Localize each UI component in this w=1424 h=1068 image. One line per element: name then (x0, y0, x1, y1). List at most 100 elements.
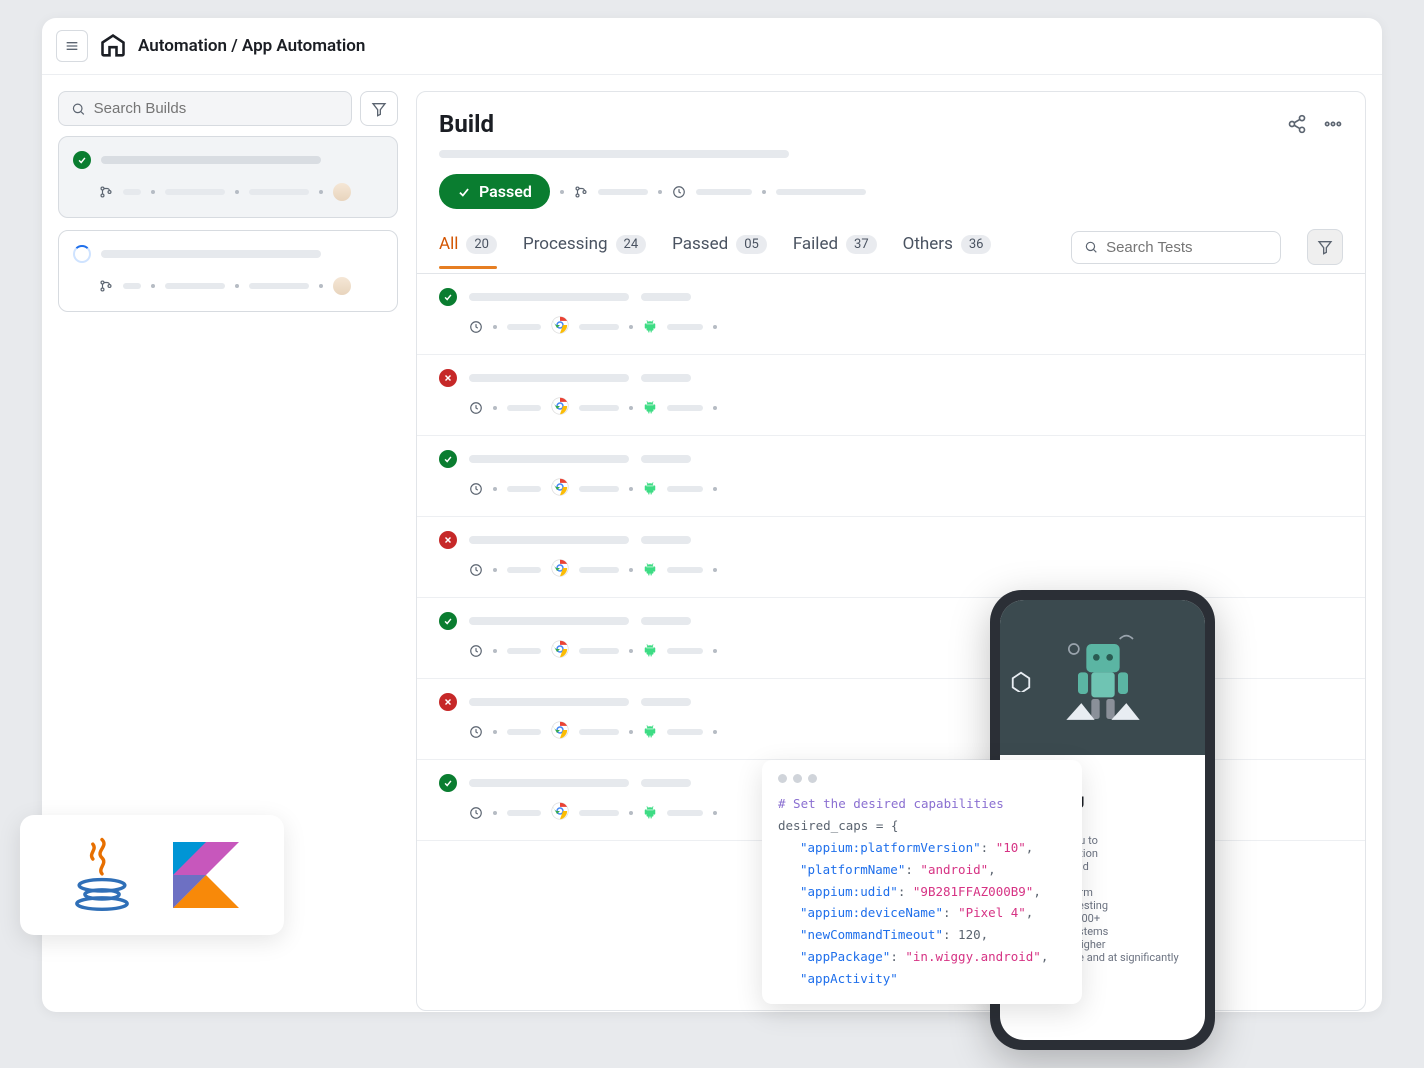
code-line: desired_caps = { (778, 815, 1066, 837)
test-row[interactable] (417, 598, 1365, 679)
tab-count: 20 (466, 235, 497, 254)
java-icon (66, 835, 138, 915)
test-row[interactable] (417, 274, 1365, 355)
filter-icon (1317, 239, 1333, 255)
skeleton (507, 567, 541, 573)
skeleton (696, 189, 752, 195)
window-controls (778, 774, 1066, 783)
android-icon (643, 804, 657, 823)
tab-label: Failed (793, 234, 838, 254)
code-line: "appium:platformVersion": "10", (800, 837, 1066, 859)
logo-icon (1010, 670, 1032, 692)
build-card[interactable] (58, 230, 398, 312)
search-builds-input[interactable] (58, 91, 352, 126)
code-snippet-card: # Set the desired capabilities desired_c… (762, 760, 1082, 1004)
search-tests-field[interactable] (1106, 239, 1268, 256)
skeleton (507, 648, 541, 654)
chrome-icon (551, 802, 569, 824)
skeleton (641, 536, 691, 544)
skeleton (507, 486, 541, 492)
test-row[interactable] (417, 679, 1365, 760)
breadcrumb: Automation / App Automation (138, 36, 365, 56)
android-icon (643, 642, 657, 661)
skeleton (469, 698, 629, 706)
code-line: "appium:udid": "9B281FFAZ000B9", (800, 881, 1066, 903)
skeleton (469, 536, 629, 544)
share-icon[interactable] (1287, 114, 1307, 134)
search-builds-field[interactable] (94, 100, 339, 117)
tab-others[interactable]: Others36 (903, 234, 992, 268)
skeleton (641, 698, 691, 706)
skeleton (667, 729, 703, 735)
hamburger-icon (64, 38, 80, 54)
skeleton (101, 250, 321, 258)
code-line: "platformName": "android", (800, 859, 1066, 881)
skeleton (641, 374, 691, 382)
chrome-icon (551, 316, 569, 338)
skeleton (667, 810, 703, 816)
skeleton (123, 283, 141, 289)
skeleton (469, 617, 629, 625)
skeleton (641, 455, 691, 463)
header: Automation / App Automation (42, 18, 1382, 75)
clock-icon (672, 185, 686, 199)
menu-button[interactable] (56, 30, 88, 62)
skeleton (579, 648, 619, 654)
test-row[interactable] (417, 436, 1365, 517)
robot-illustration (1060, 624, 1146, 724)
skeleton (579, 324, 619, 330)
tab-label: All (439, 234, 458, 254)
os-icon (333, 183, 351, 201)
page-title: Build (439, 110, 494, 138)
skeleton (579, 486, 619, 492)
tab-passed[interactable]: Passed05 (672, 234, 767, 268)
more-icon[interactable] (1323, 114, 1343, 134)
x-icon (439, 531, 457, 549)
skeleton (641, 617, 691, 625)
code-line: "appium:deviceName": "Pixel 4", (800, 902, 1066, 924)
chrome-icon (551, 640, 569, 662)
search-tests-input[interactable] (1071, 231, 1281, 264)
skeleton (579, 405, 619, 411)
skeleton (579, 567, 619, 573)
tab-processing[interactable]: Processing24 (523, 234, 646, 268)
skeleton (641, 779, 691, 787)
test-row[interactable] (417, 517, 1365, 598)
android-icon (643, 723, 657, 742)
android-icon (643, 399, 657, 418)
code-comment: # Set the desired capabilities (778, 793, 1066, 815)
skeleton (469, 293, 629, 301)
tabs: All 20 Processing24 Passed05 Failed37 Others3… (417, 229, 1365, 274)
branch-icon (99, 279, 113, 293)
phone-banner (1000, 600, 1205, 755)
skeleton (469, 779, 629, 787)
chrome-icon (551, 397, 569, 419)
check-icon (439, 450, 457, 468)
skeleton (579, 729, 619, 735)
os-icon (333, 277, 351, 295)
skeleton (641, 293, 691, 301)
skeleton (507, 324, 541, 330)
tab-failed[interactable]: Failed37 (793, 234, 877, 268)
code-line: "newCommandTimeout": 120, (800, 924, 1066, 946)
skeleton (249, 189, 309, 195)
build-header: Build Passed (417, 92, 1365, 209)
tab-all[interactable]: All 20 (439, 234, 497, 268)
skeleton (667, 405, 703, 411)
skeleton (507, 810, 541, 816)
skeleton (667, 567, 703, 573)
logo-icon (99, 32, 127, 60)
check-icon (439, 612, 457, 630)
filter-tests-button[interactable] (1307, 229, 1343, 265)
filter-builds-button[interactable] (360, 91, 398, 126)
test-row[interactable] (417, 355, 1365, 436)
tab-count: 24 (616, 235, 647, 254)
skeleton (579, 810, 619, 816)
spinner-icon (73, 245, 91, 263)
chrome-icon (551, 559, 569, 581)
code-line: "appActivity" (800, 968, 1066, 990)
build-card[interactable] (58, 136, 398, 218)
tab-count: 05 (736, 235, 767, 254)
language-card (20, 815, 284, 935)
branch-icon (574, 185, 588, 199)
